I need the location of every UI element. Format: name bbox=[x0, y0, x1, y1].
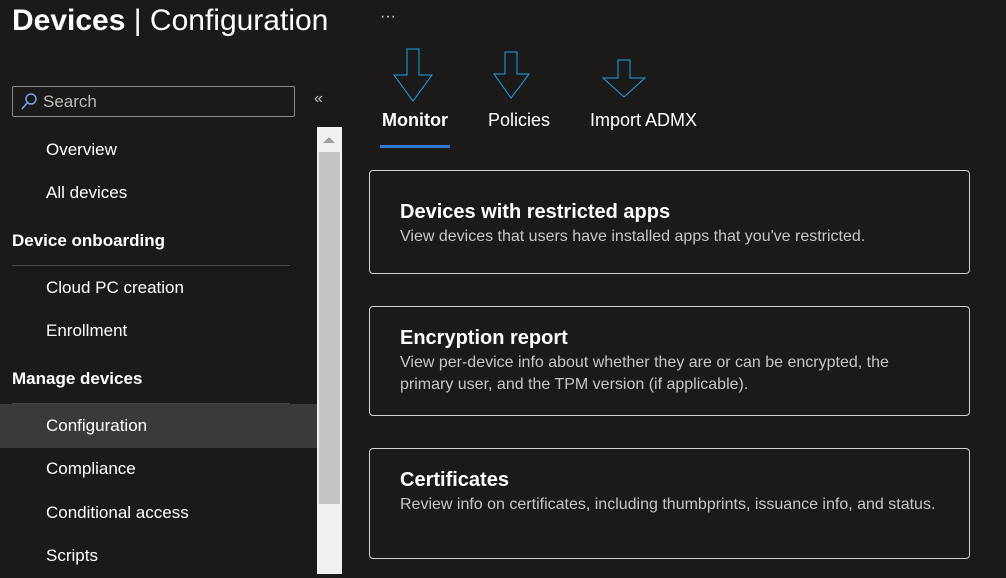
sidebar-item-compliance[interactable]: Compliance bbox=[0, 448, 317, 492]
sidebar-item-cloud-pc-creation[interactable]: Cloud PC creation bbox=[0, 266, 317, 310]
more-options-button[interactable]: ··· bbox=[380, 8, 396, 26]
sidebar-group-manage-devices: Manage devices bbox=[0, 353, 317, 404]
sidebar-group-device-onboarding: Device onboarding bbox=[0, 215, 317, 266]
card-restricted-apps[interactable]: Devices with restricted appsView devices… bbox=[369, 170, 970, 274]
search-placeholder: Search bbox=[43, 92, 97, 112]
card-encryption-report[interactable]: Encryption reportView per-device info ab… bbox=[369, 306, 970, 416]
sidebar-scrollbar[interactable] bbox=[317, 127, 342, 574]
sidebar-nav: OverviewAll devicesDevice onboardingClou… bbox=[0, 128, 317, 578]
sidebar-item-configuration[interactable]: Configuration bbox=[0, 404, 317, 448]
arrow-down-icon bbox=[492, 51, 544, 101]
title-configuration: Configuration bbox=[150, 4, 328, 37]
card-title: Certificates bbox=[400, 469, 939, 492]
arrow-down-icon bbox=[602, 59, 666, 99]
sidebar-item-scripts[interactable]: Scripts bbox=[0, 535, 317, 578]
sidebar-item-conditional-access[interactable]: Conditional access bbox=[0, 491, 317, 535]
card-description: View per-device info about whether they … bbox=[400, 352, 939, 396]
sidebar-item-enrollment[interactable]: Enrollment bbox=[0, 310, 317, 354]
card-title: Encryption report bbox=[400, 327, 939, 350]
sidebar-item-overview[interactable]: Overview bbox=[0, 128, 317, 172]
sidebar-item-all-devices[interactable]: All devices bbox=[0, 172, 317, 216]
title-devices: Devices bbox=[12, 4, 125, 37]
tab-bar: Monitor Policies Import ADMX bbox=[380, 108, 699, 148]
collapse-sidebar-button[interactable]: « bbox=[314, 90, 323, 108]
search-icon bbox=[21, 93, 37, 111]
page-title: Devices | Configuration bbox=[12, 4, 328, 38]
search-input[interactable]: Search bbox=[12, 86, 295, 117]
title-separator: | bbox=[125, 4, 149, 37]
tab-import-admx[interactable]: Import ADMX bbox=[588, 108, 699, 148]
card-description: Review info on certificates, including t… bbox=[400, 494, 939, 516]
scroll-up-arrow-icon[interactable] bbox=[323, 137, 335, 143]
scrollbar-thumb[interactable] bbox=[319, 152, 340, 504]
arrow-down-icon bbox=[390, 48, 442, 102]
card-title: Devices with restricted apps bbox=[400, 201, 939, 224]
card-certificates[interactable]: CertificatesReview info on certificates,… bbox=[369, 448, 970, 559]
tab-monitor[interactable]: Monitor bbox=[380, 108, 450, 148]
card-description: View devices that users have installed a… bbox=[400, 226, 939, 248]
tab-policies[interactable]: Policies bbox=[486, 108, 552, 148]
